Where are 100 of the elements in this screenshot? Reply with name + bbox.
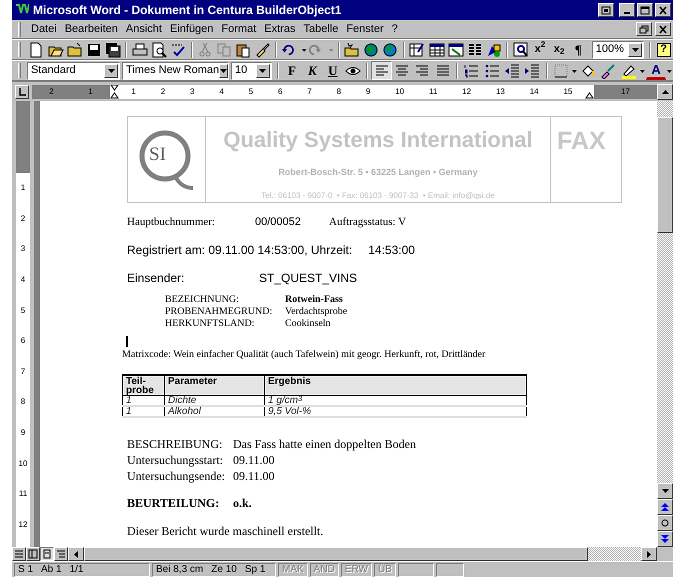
underline-button[interactable]: U [322,61,343,80]
style-field[interactable]: Standard [26,62,120,80]
restore-document-button[interactable] [636,22,652,36]
align-right-icon [414,62,430,78]
status-pane [436,562,464,576]
ruler-number: 6 [20,335,26,348]
subscript-button[interactable]: x$_{2}$ [550,40,569,59]
outline-view-button[interactable] [54,547,68,561]
maximize-button[interactable] [637,3,653,17]
field-label: Hauptbuchnummer: [127,215,216,229]
restore-window-button[interactable] [598,3,614,17]
menu-item[interactable]: Extras [260,20,300,38]
status-item: 1/1 [70,563,84,577]
scroll-right-icon [647,550,651,558]
web-view-icon [28,549,38,559]
field-label: BESCHREIBUNG: [127,436,224,452]
menu-item[interactable]: ? [388,20,402,38]
align-left-icon [374,62,390,78]
dropdown-arrow-icon[interactable] [220,68,228,72]
menu-item[interactable]: Ansicht [122,20,166,38]
tab-selector-icon [18,88,26,96]
ruler-number: 6 [278,86,282,98]
zoom-field[interactable]: 100% [592,40,644,58]
browse-object-button[interactable] [657,515,673,531]
menu-item[interactable]: Tabelle [299,20,342,38]
dropdown-arrow-icon[interactable] [259,68,266,72]
dropdown-arrow-icon[interactable] [632,48,639,52]
tab-selector-button[interactable] [15,84,29,98]
scroll-thumb[interactable] [657,117,673,233]
scroll-down-icon [662,489,668,493]
font-field[interactable]: Times New Roman [122,62,230,80]
menu-item[interactable]: Format [217,20,260,38]
status-item: Ab 1 [41,563,62,577]
font-size-field[interactable]: 10 [231,62,272,80]
bold-button[interactable]: F [282,61,302,80]
ruler-number: 11 [18,488,28,500]
document-map-icon[interactable] [511,40,530,59]
scroll-right-button[interactable] [641,547,657,561]
ruler-number: 3 [20,243,26,256]
table-cell: 1 [122,406,164,417]
menu-item[interactable]: Einfügen [166,20,218,38]
status-item: Sp 1 [244,563,266,577]
close-document-button[interactable] [655,22,671,36]
ruler-number: 2 [20,212,26,225]
justify-icon [434,62,451,78]
scroll-left-button[interactable] [68,547,84,561]
maximize-icon [640,6,650,14]
menu-item[interactable]: Datei [27,20,61,38]
scroll-down-button[interactable] [657,483,673,499]
help-button[interactable]: ? [656,42,671,56]
field-label: BEURTEILUNG: [127,495,220,511]
column-header: Parameter [164,375,264,396]
scroll-up-button[interactable] [657,84,673,100]
text-cursor [126,336,128,347]
normal-view-icon [14,549,24,559]
field-label: Auftragsstatus: V [329,215,406,229]
outline-view-icon [56,549,66,559]
close-document-icon [658,24,668,34]
restore-window-icon [601,6,612,14]
menu-item[interactable]: Bearbeiten [60,20,122,38]
page-view-icon [42,549,52,559]
font-color-button[interactable]: A [646,61,666,80]
ruler-number: 7 [20,366,26,378]
field-value: Rotwein-Fass [285,294,344,306]
field-value: 09.11.00 [233,452,276,468]
status-item: S 1 [18,563,34,577]
field-value: o.k. [233,495,252,511]
ruler-number: 8 [336,86,342,98]
field-value: Das Fass hatte einen doppelten Boden [233,436,417,452]
status-item: Ze 10 [211,563,237,577]
superscript-button[interactable]: x$^{2}$ [530,40,550,59]
table-cell: Alkohol [164,406,264,417]
normal-view-button[interactable] [12,547,26,561]
ruler-number: 2 [49,86,54,98]
table-cell: Dichte [164,396,264,406]
align-left-button[interactable] [371,61,392,80]
italic-button[interactable]: K [302,61,323,80]
web-view-button[interactable] [26,547,40,561]
pilcrow-button[interactable]: ¶ [568,40,588,59]
ruler-number: 10 [395,86,404,98]
previous-page-button[interactable] [657,499,673,515]
ruler-number: 17 [621,86,630,98]
folder-icon[interactable] [65,40,84,59]
ruler-number: 15 [563,86,572,98]
ruler-number: 10 [18,458,28,470]
table-cell: 1 g/cm$^{3}$ [264,396,526,406]
matrix-code-text: Matrixcode: Wein einfacher Qualität (auch Tafelwein) mit geogr. Herkunft, rot, Drittländer [122,349,486,361]
window-title: Microsoft Word - Dokument in Centura BuilderObject1 [33,2,342,19]
menu-item[interactable]: Fenster [342,20,388,38]
status-item: ERW [344,563,368,577]
next-page-button[interactable] [657,531,673,547]
save-all-icon[interactable] [103,40,122,59]
page-view-button[interactable] [40,547,54,561]
dropdown-arrow-icon[interactable] [108,68,115,72]
minimize-button[interactable] [619,3,635,17]
close-button[interactable] [655,3,671,17]
status-item: ÄND [314,563,335,577]
field-label: Registriert am: 09.11.00 14:53:00, Uhrzeit: [127,243,352,258]
scroll-thumb[interactable] [84,547,588,561]
status-item: MAK [282,563,304,577]
